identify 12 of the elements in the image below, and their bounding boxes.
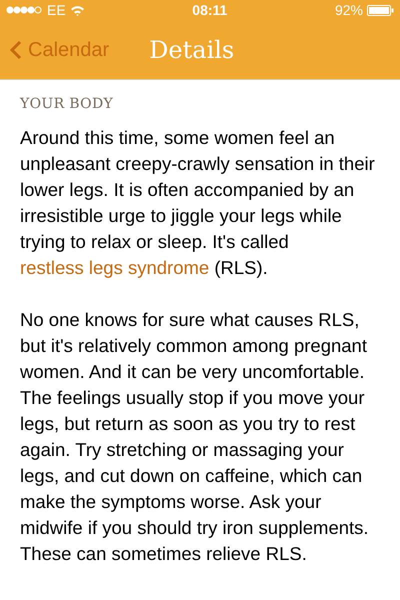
body-paragraph: Around this time, some women feel an unpleasant creepy-crawly sensation in their lower legs. It is often accompanied by an irresistible urge to jiggle your legs while trying to relax or sleep. It's called restless legs syndrome (RLS).: [20, 126, 376, 280]
battery-icon: [366, 4, 394, 16]
back-chevron-icon: [10, 40, 22, 60]
screen-title: Details: [149, 34, 234, 66]
clock: 08:11: [192, 0, 228, 20]
wifi-icon: [70, 4, 85, 16]
carrier-name: EE: [47, 0, 66, 20]
section-heading: YOUR BODY: [20, 95, 114, 114]
signal-icon: [6, 6, 43, 14]
body-paragraph: No one knows for sure what causes RLS, but it's relatively common among pregnant women. And it can be very uncomfortable. The feelings usually stop if you move your legs, but return as soon as you try to rest again. Try stretching or massaging your legs, and cut down on caffeine, which can make the symptoms worse. Ask your midwife if you should try iron supplements. These can sometimes relieve RLS.: [20, 308, 370, 566]
link[interactable]: restless legs syndrome: [20, 257, 210, 278]
battery-percentage: 92%: [334, 0, 363, 20]
